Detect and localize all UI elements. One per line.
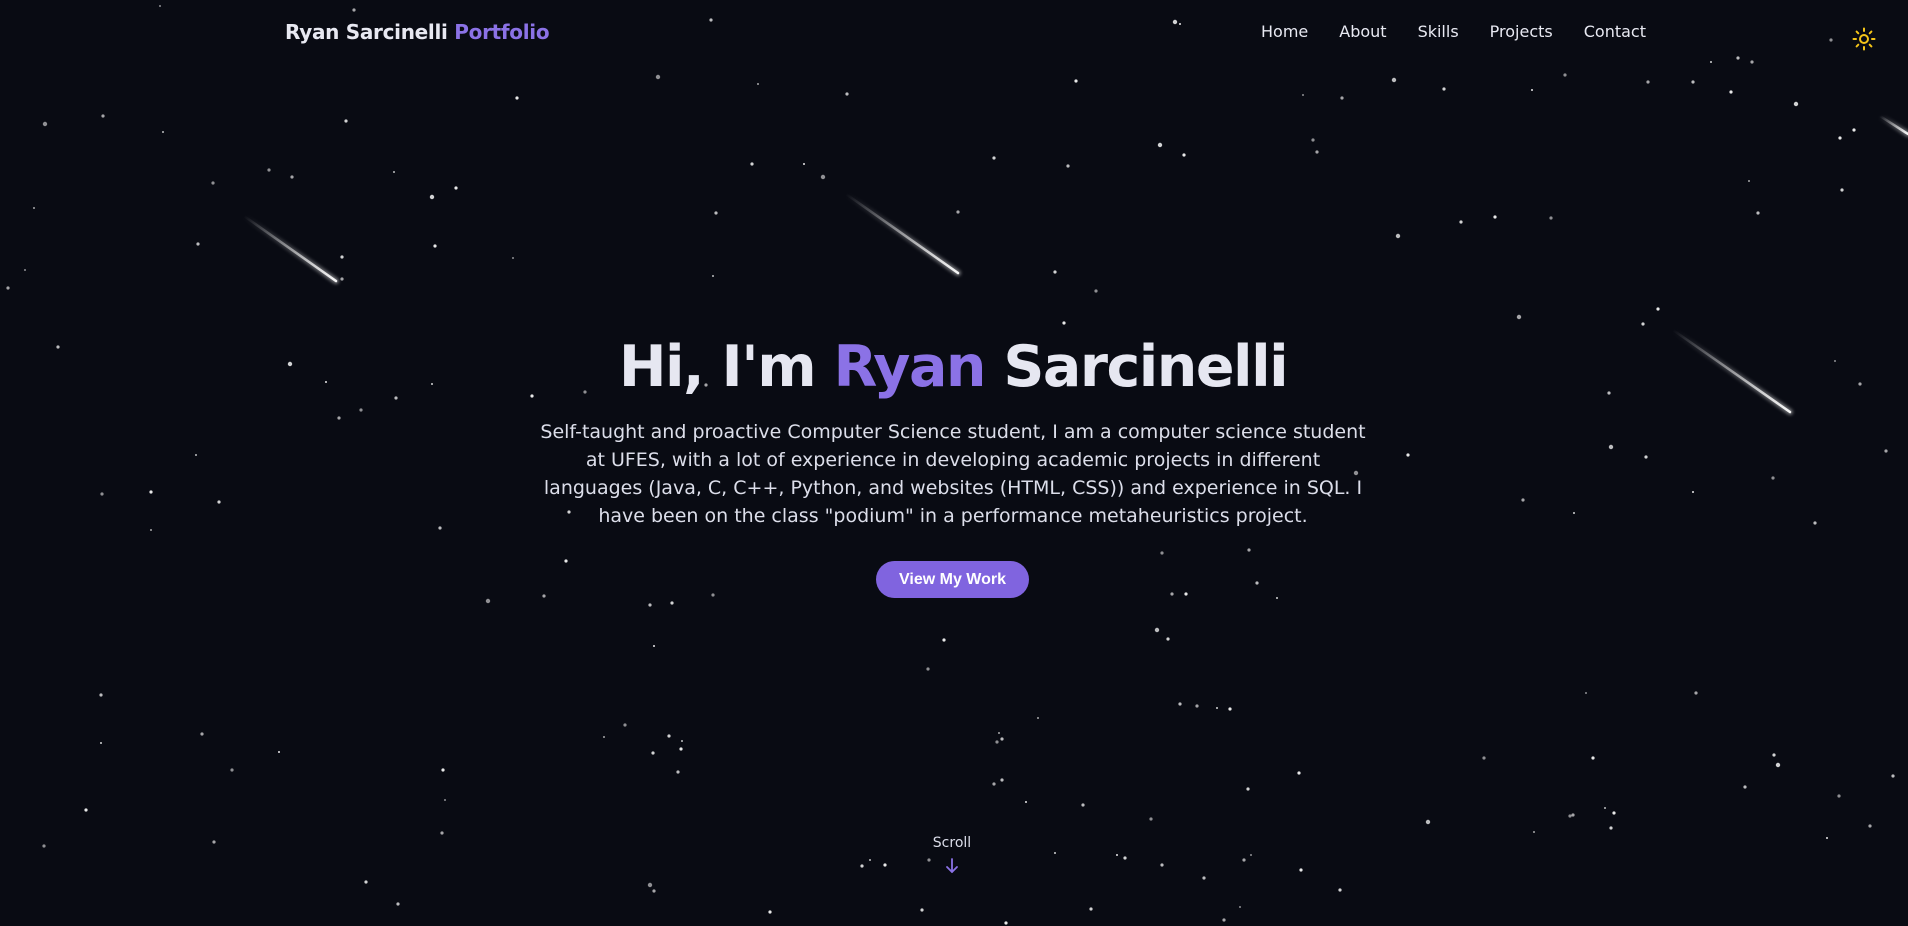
hero-description: Self-taught and proactive Computer Scien… [540, 421, 1366, 527]
hero-greeting: Hi, I'm [618, 334, 817, 400]
hero-section: Hi, I'm Ryan Sarcinelli Self-taught and … [0, 0, 1908, 926]
portfolio-page: Ryan Sarcinelli Portfolio Home About Ski… [0, 0, 1908, 926]
hero-last-name: Sarcinelli [1003, 334, 1288, 400]
view-my-work-button[interactable]: View My Work [876, 561, 1029, 598]
arrow-down-icon [946, 858, 958, 873]
hero-first-name: Ryan [833, 334, 986, 400]
hero-title: Hi, I'm Ryan Sarcinelli [0, 328, 1906, 406]
scroll-label: Scroll [932, 835, 972, 851]
scroll-indicator[interactable]: Scroll [902, 835, 1002, 875]
